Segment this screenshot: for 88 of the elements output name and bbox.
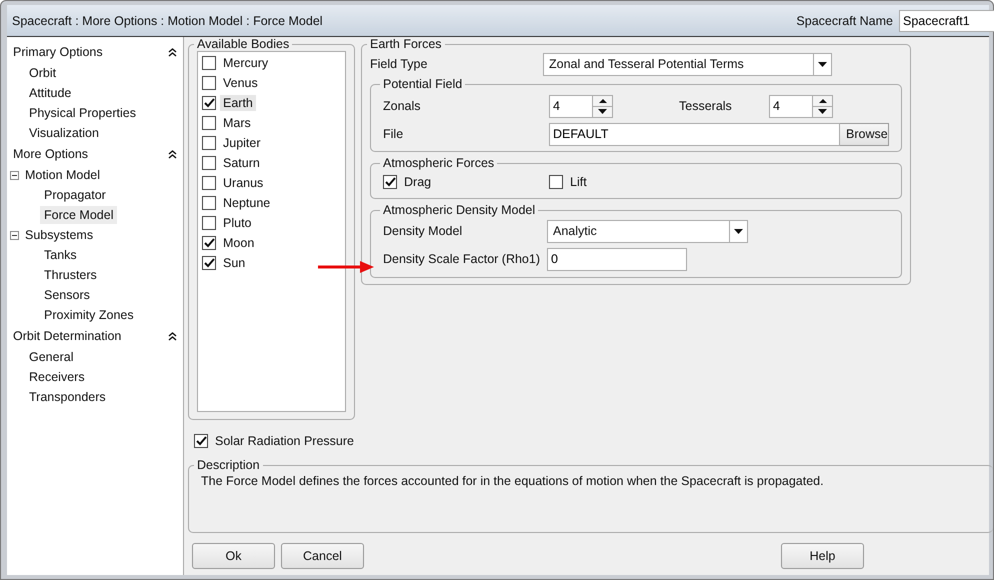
checkbox[interactable] [383,175,397,189]
number-field[interactable]: 4 [769,94,813,118]
checkbox[interactable] [202,96,216,110]
group-title: Atmospheric Density Model [382,203,536,217]
sidebar-item[interactable]: Receivers [25,368,89,386]
group-title: Description [196,458,261,472]
checkbox-label[interactable]: Earth [220,95,256,111]
checkbox-label[interactable]: Solar Radiation Pressure [212,433,357,449]
field-label: File [383,127,404,141]
checkbox-label[interactable]: Moon [220,235,258,251]
sidebar-item[interactable]: Propagator [40,186,110,204]
collapse-icon[interactable] [168,150,177,158]
sidebar-item[interactable]: General [25,348,78,366]
checkbox[interactable] [202,256,216,270]
caret-icon [734,228,743,234]
field-label: Field Type [370,57,428,71]
checkbox-label[interactable]: Lift [567,174,590,190]
up-caret-icon [818,98,826,102]
file-field[interactable]: DEFAULT [549,122,840,146]
field-label: Zonals [383,99,422,113]
sidebar-item[interactable]: Transponders [25,388,110,406]
field-label: Density Model [383,224,464,238]
sidebar-item[interactable]: Orbit [25,64,60,82]
checkbox[interactable] [202,196,216,210]
caret-icon [818,62,827,66]
sidebar-item[interactable]: Attitude [25,84,76,102]
checkbox-label[interactable]: Drag [401,174,434,190]
decrement-button[interactable] [593,106,613,118]
increment-button[interactable] [813,94,833,106]
checkbox[interactable] [202,116,216,130]
checkbox-label[interactable]: Venus [220,75,261,91]
field-label: Spacecraft Name [796,14,893,28]
checkbox[interactable] [202,216,216,230]
ok-button[interactable]: Ok [192,543,275,569]
increment-button[interactable] [593,94,613,106]
browse-button[interactable]: Browse [840,122,889,146]
checkbox-label[interactable]: Uranus [220,175,266,191]
checkbox-label[interactable]: Neptune [220,195,274,211]
sidebar-item[interactable]: Motion Model [21,166,104,184]
sidebar-item[interactable]: Sensors [40,286,94,304]
checkbox-label[interactable]: Jupiter [220,135,264,151]
cancel-button[interactable]: Cancel [281,543,364,569]
up-caret-icon [598,98,606,102]
sidebar-item[interactable]: Proximity Zones [40,306,138,324]
description-text: The Force Model defines the forces accounted for in the equations of motion when the Spacecraft is propagated. [200,473,825,490]
checkbox[interactable] [202,56,216,70]
checkbox[interactable] [202,136,216,150]
sidebar-item[interactable]: Visualization [25,124,103,142]
collapse-icon[interactable] [168,48,177,56]
collapse-icon[interactable] [10,230,19,240]
pointer-arrow [318,261,374,273]
caret-icon [598,109,607,114]
sidebar-item[interactable]: Thrusters [40,266,101,284]
field-label: Tesserals [679,99,733,113]
checkbox[interactable] [202,176,216,190]
name-field[interactable]: Spacecraft1 [899,10,994,32]
number-field[interactable]: 0 [547,248,687,270]
caret-icon [818,109,827,114]
checkbox[interactable] [202,76,216,90]
sidebar-item[interactable]: Tanks [40,246,81,264]
checkbox-label[interactable]: Mercury [220,55,272,71]
section-title[interactable]: Orbit Determination [13,329,122,343]
field-label: Density Scale Factor (Rho1) [383,252,542,266]
sidebar-item[interactable]: Subsystems [21,226,98,244]
window-title: Spacecraft : More Options : Motion Model : Force Model [12,14,324,28]
group-title: Earth Forces [369,37,443,51]
group-title: Available Bodies [196,37,290,51]
checkbox-label[interactable]: Sun [220,255,248,271]
section-title[interactable]: More Options [13,147,88,161]
sidebar-item[interactable]: Physical Properties [25,104,140,122]
group-title: Potential Field [382,77,464,91]
checkbox-label[interactable]: Saturn [220,155,263,171]
checkbox[interactable] [194,434,208,448]
checkbox[interactable] [202,156,216,170]
checkbox-label[interactable]: Mars [220,115,254,131]
collapse-icon[interactable] [10,170,19,180]
sidebar-item[interactable]: Force Model [40,206,118,224]
decrement-button[interactable] [813,106,833,118]
group-title: Atmospheric Forces [382,156,496,170]
checkbox-label[interactable]: Pluto [220,215,254,231]
checkbox[interactable] [549,175,563,189]
number-field[interactable]: 4 [549,94,593,118]
collapse-icon[interactable] [168,332,177,340]
dropdown[interactable]: Zonal and Tesseral Potential Terms [543,52,832,76]
dropdown[interactable]: Analytic [547,220,748,242]
section-title[interactable]: Primary Options [13,45,103,59]
checkbox[interactable] [202,236,216,250]
help-button[interactable]: Help [781,543,864,569]
